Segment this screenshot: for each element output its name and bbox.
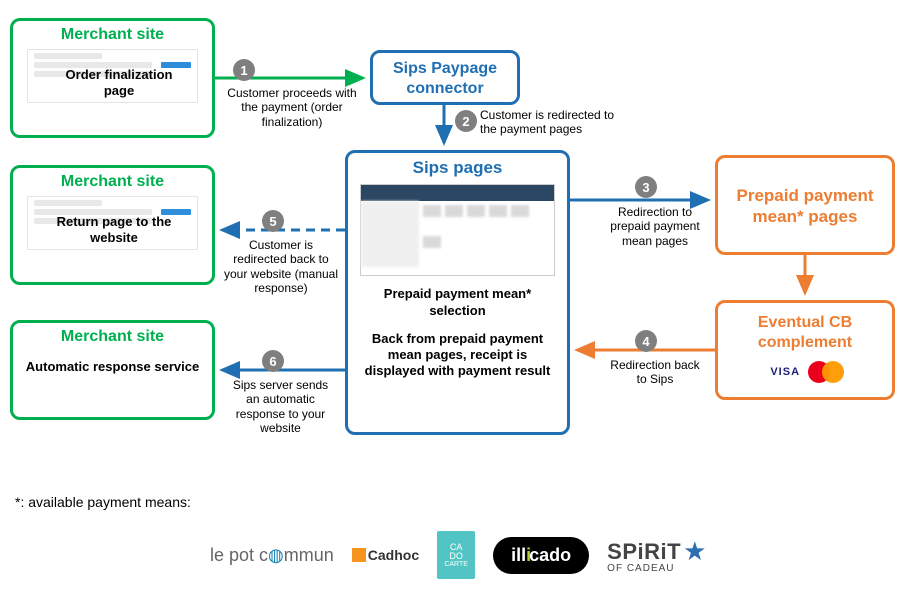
lepotcommun-logo: le pot c◍mmun [210,545,334,566]
step3-label: Redirection to prepaid payment mean page… [600,205,710,248]
cb-box: Eventual CB complement VISA [715,300,895,400]
cadhoc-text: Cadhoc [368,547,419,563]
arrow-prepaid-to-cb [795,255,815,300]
spirit-big: SPiRiT [607,539,681,565]
logos-row: le pot c◍mmun Cadhoc CA DO CARTE illicad… [210,520,900,590]
step4-bullet: 4 [635,330,657,352]
lpc-part1: le pot c [210,545,268,566]
step4-label: Redirection back to Sips [605,358,705,387]
cado-l3: CARTE [444,561,468,568]
lpc-o-icon: ◍ [268,545,284,566]
sips-pages-line1: Prepaid payment mean* selection [348,282,567,323]
cadhoc-square-icon [352,548,366,562]
sips-connector-box: Sips Paypage connector [370,50,520,105]
illicado-logo: illicado [493,537,589,574]
lpc-part2: mmun [284,545,334,566]
mastercard-logo [808,361,844,383]
step6-label: Sips server sends an automatic response … [228,378,333,436]
cb-title: Eventual CB complement [718,303,892,355]
spirit-logo: SPiRiT★ OF CADEAU [607,536,706,574]
step1-bullet: 1 [233,59,255,81]
merchant-auto-title: Merchant site [13,323,212,349]
cado-l2: DO [449,552,463,561]
illi-1: ill [511,545,526,566]
step3-bullet: 3 [635,176,657,198]
step5-bullet: 5 [262,210,284,232]
merchant-return-box: Merchant site Return page to the website [10,165,215,285]
cadhoc-logo: Cadhoc [352,547,419,563]
sips-connector-title: Sips Paypage connector [373,55,517,101]
step6-bullet: 6 [262,350,284,372]
step2-label: Customer is redirected to the payment pa… [480,108,630,137]
cadocarte-logo: CA DO CARTE [437,531,475,579]
sips-page-mock [360,184,555,276]
sips-pages-box: Sips pages Prepaid payment mean* selecti… [345,150,570,435]
star-icon: ★ [683,536,706,567]
step5-label: Customer is redirected back to your webs… [222,238,340,296]
visa-logo: VISA [770,366,800,380]
merchant-order-box: Merchant site Order finalization page [10,18,215,138]
merchant-return-title: Merchant site [13,168,212,194]
prepaid-title: Prepaid payment mean* pages [718,181,892,230]
step1-label: Customer proceeds with the payment (orde… [222,86,362,129]
sips-pages-title: Sips pages [348,153,567,180]
merchant-order-body: Order finalization page [51,63,187,104]
sips-pages-line2: Back from prepaid payment mean pages, re… [348,323,567,384]
spirit-small: OF CADEAU [607,563,674,574]
step2-bullet: 2 [455,110,477,132]
footnote: *: available payment means: [15,494,191,510]
merchant-return-body: Return page to the website [41,210,187,251]
merchant-auto-body: Automatic response service [13,349,212,379]
arrow-step2 [434,105,454,150]
illi-3: cado [529,545,571,566]
merchant-order-title: Merchant site [13,21,212,47]
merchant-auto-box: Merchant site Automatic response service [10,320,215,420]
prepaid-box: Prepaid payment mean* pages [715,155,895,255]
